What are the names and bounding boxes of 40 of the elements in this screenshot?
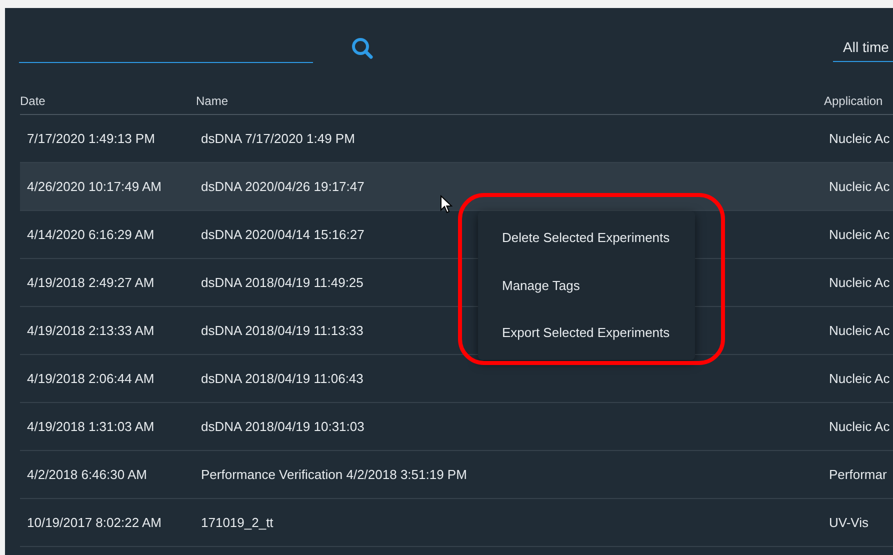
- table-cell-text: dsDNA 2018/04/19 11:13:33: [200, 322, 364, 340]
- table-cell-text: dsDNA 7/17/2020 1:49 PM: [200, 130, 355, 148]
- table-row[interactable]: 4/26/2020 10:17:49 AM dsDNA 2020/04/26 19:17:47 Nucleic Ac: [20, 163, 893, 211]
- table-cell-text: 171019_2_tt: [200, 514, 274, 532]
- time-filter-dropdown[interactable]: All time: [833, 34, 893, 62]
- mouse-cursor-icon: [440, 195, 453, 214]
- table-cell-text: 4/19/2018 1:31:03 AM: [26, 418, 156, 436]
- table-cell-text: UV-Vis: [828, 514, 870, 532]
- table-cell-text: dsDNA 2018/04/19 11:49:25: [200, 274, 364, 292]
- table-cell-text: Nucleic Ac: [828, 226, 891, 244]
- table-cell-text: 4/2/2018 6:46:30 AM: [26, 466, 148, 484]
- column-header[interactable]: Date: [20, 92, 196, 110]
- table-cell-text: dsDNA 2020/04/14 15:16:27: [200, 226, 364, 244]
- search-icon[interactable]: [351, 37, 373, 59]
- table-cell-text: dsDNA 2018/04/19 10:31:03: [200, 418, 364, 436]
- table-cell-text: Nucleic Ac: [828, 274, 891, 292]
- table-cell-text: 4/19/2018 2:49:27 AM: [26, 274, 156, 292]
- table-cell-text: Performar: [828, 466, 888, 484]
- table-cell-text: Nucleic Ac: [828, 130, 891, 148]
- menu-item[interactable]: Delete Selected Experiments: [478, 214, 695, 262]
- table-row[interactable]: 4/19/2018 1:31:03 AM dsDNA 2018/04/19 10:31:03 Nucleic Ac: [20, 403, 893, 451]
- column-header[interactable]: Application: [824, 92, 893, 110]
- table-cell-text: 4/14/2020 6:16:29 AM: [26, 226, 156, 244]
- table-cell-text: Nucleic Ac: [828, 370, 891, 388]
- table-cell-text: Nucleic Ac: [828, 178, 891, 196]
- table-cell-text: dsDNA 2018/04/19 11:06:43: [200, 370, 364, 388]
- column-header[interactable]: Name: [196, 92, 228, 110]
- table-cell-text: 4/19/2018 2:13:33 AM: [26, 322, 156, 340]
- table-cell-text: Nucleic Ac: [828, 418, 891, 436]
- table-cell-text: 4/19/2018 2:06:44 AM: [26, 370, 156, 388]
- menu-item[interactable]: Export Selected Experiments: [478, 309, 695, 356]
- table-cell-text: 7/17/2020 1:49:13 PM: [26, 130, 156, 148]
- table-cell-text: 4/26/2020 10:17:49 AM: [26, 178, 162, 196]
- table-cell-text: dsDNA 2020/04/26 19:17:47: [200, 178, 364, 196]
- menu-item[interactable]: Manage Tags: [478, 262, 695, 309]
- table-row[interactable]: 4/2/2018 6:46:30 AM Performance Verification 4/2/2018 3:51:19 PM Performar: [20, 451, 893, 499]
- table-cell-text: 10/19/2017 8:02:22 AM: [26, 514, 162, 532]
- table-cell-text: Performance Verification 4/2/2018 3:51:19 PM: [200, 466, 467, 484]
- table-cell-text: Nucleic Ac: [828, 322, 891, 340]
- table-row[interactable]: 10/19/2017 8:02:22 AM 171019_2_tt UV-Vis: [20, 499, 893, 547]
